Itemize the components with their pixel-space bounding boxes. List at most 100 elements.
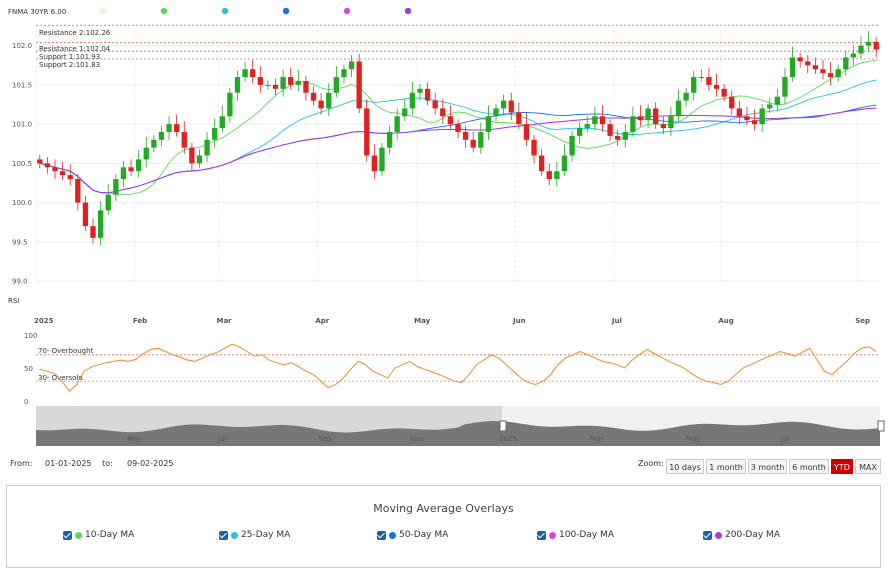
candle-body (386, 131, 393, 148)
candle-body (120, 167, 127, 180)
candle-body (827, 73, 834, 78)
legend-dot (99, 7, 107, 15)
candle-body (143, 147, 149, 160)
candle-body (599, 116, 606, 125)
candle-body (554, 171, 560, 180)
checkbox-icon[interactable] (63, 530, 72, 540)
month-label: Jun (512, 317, 526, 325)
candle-body (59, 171, 66, 176)
candle-body (158, 131, 165, 140)
price-tick-label: 99.0 (12, 278, 28, 286)
navigator-label: Mar (590, 435, 603, 443)
candle-body (637, 116, 644, 121)
candle-body (326, 92, 332, 109)
price-tick-label: 102.0 (12, 42, 32, 50)
candle-body (584, 124, 590, 129)
candle-body (485, 116, 492, 132)
candle-body (675, 100, 682, 117)
rsi-label: RSI (8, 297, 19, 305)
price-tick-label: 99.5 (12, 238, 28, 246)
candle-body (364, 108, 370, 156)
candle-body (37, 159, 43, 164)
dot-icon (75, 531, 82, 539)
level-label: Resistance 2:102.26 (39, 29, 111, 37)
rsi-line (39, 343, 877, 392)
candle-body (782, 77, 788, 97)
candle-body (135, 159, 142, 172)
candle-body (166, 124, 172, 132)
candle-body (812, 65, 819, 70)
legend-dot (221, 7, 229, 15)
month-label: Feb (133, 317, 147, 325)
candle-body (683, 92, 689, 101)
zoom-1-month-button[interactable]: 1 month (706, 459, 746, 474)
ma-25-toggle[interactable]: 25-Day MA (219, 530, 290, 540)
zoom-max-button[interactable]: MAX (855, 459, 881, 474)
candle-body (97, 210, 104, 238)
zoom-10-days-button[interactable]: 10 days (666, 459, 704, 474)
month-label: Aug (718, 317, 733, 325)
candle-body (698, 77, 704, 79)
zoom-ytd-button[interactable]: YTD (831, 459, 853, 474)
ma-200-toggle[interactable]: 200-Day MA (703, 530, 780, 540)
checkbox-icon[interactable] (703, 530, 712, 540)
checkbox-icon[interactable] (377, 530, 386, 540)
legend-dot (160, 7, 168, 15)
candle-body (721, 88, 727, 97)
price-chart[interactable]: FNMA 30YR 6.00 99.0 99.5 100.0 100.5 101.0 10… (0, 0, 895, 460)
candle-body (865, 41, 872, 46)
overbought-label: 70- Overbought (38, 347, 94, 355)
level-label: Support 1:101.93 (39, 53, 100, 61)
from-label: From: (10, 459, 33, 468)
candle-body (82, 202, 89, 227)
candle-body (333, 77, 340, 93)
candle-body (462, 131, 469, 140)
candle-body (789, 57, 796, 78)
candle-body (691, 77, 697, 93)
checkbox-icon[interactable] (219, 530, 228, 540)
ma-100-toggle[interactable]: 100-Day MA (537, 530, 614, 540)
candle-body (546, 171, 552, 180)
candle-body (858, 45, 864, 54)
chart-title: FNMA 30YR 6.00 (8, 8, 66, 16)
ma-10-toggle[interactable]: 10-Day MA (63, 530, 134, 540)
moving-average-overlays-panel: Moving Average Overlays 10-Day MA 25-Day… (6, 485, 881, 568)
candle-body (759, 108, 765, 125)
candle-body (523, 124, 530, 140)
legend-dot (343, 7, 351, 15)
from-date-input[interactable]: 01-01-2025 (45, 459, 92, 468)
dot-icon (549, 531, 556, 539)
zoom-3-month-button[interactable]: 3 month (748, 459, 787, 474)
candle-body (470, 139, 476, 148)
candle-body (706, 77, 712, 85)
candle-body (151, 139, 157, 148)
navigator-label: 2025 (499, 435, 517, 443)
candle-body (774, 96, 781, 105)
to-date-input[interactable]: 09-02-2025 (127, 459, 174, 468)
candle-body (736, 108, 742, 117)
candle-body (272, 84, 279, 89)
overlays-title: Moving Average Overlays (373, 502, 514, 515)
candle-body (622, 131, 628, 140)
navigator[interactable]: May Jul Sep Nov 2025 Mar May Jul (36, 406, 885, 446)
candle-body (493, 108, 499, 117)
candle-body (113, 179, 119, 195)
candle-body (592, 116, 598, 125)
ma-50-toggle[interactable]: 50-Day MA (377, 530, 448, 540)
candle-body (508, 100, 514, 113)
zoom-label: Zoom: (638, 459, 664, 468)
price-grid: 99.0 99.5 100.0 100.5 101.0 101.5 102.0 2025 Feb… (12, 30, 880, 325)
candle-body (128, 167, 134, 172)
candle-body (204, 139, 210, 156)
candle-body (265, 84, 271, 86)
legend-dot (282, 7, 290, 15)
candle-body (234, 77, 241, 93)
checkbox-icon[interactable] (537, 530, 546, 540)
navigator-handle-left (499, 420, 507, 432)
zoom-6-month-button[interactable]: 6 month (789, 459, 829, 474)
candle-body (767, 104, 773, 109)
candle-body (341, 69, 347, 78)
candle-body (873, 41, 879, 50)
to-label: to: (102, 459, 113, 468)
candle-body (455, 124, 461, 132)
